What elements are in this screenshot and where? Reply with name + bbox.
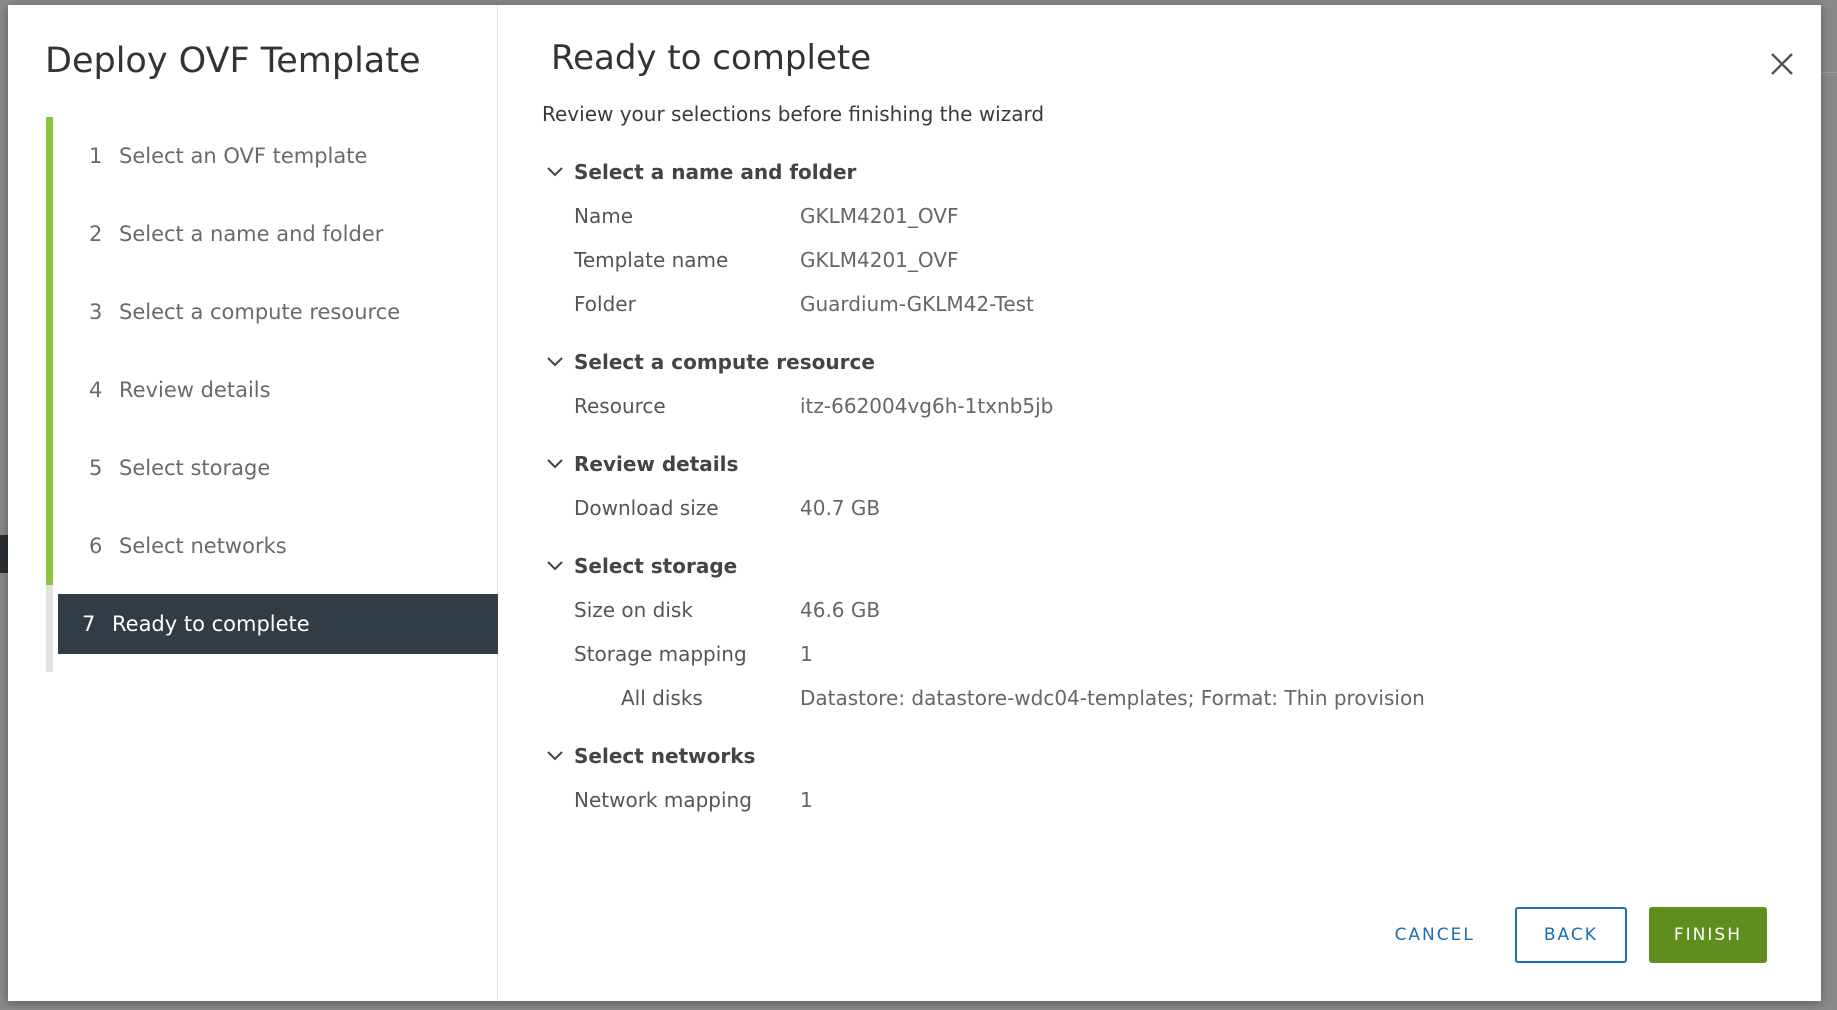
wizard-sidebar: Deploy OVF Template 1 Select an OVF temp… bbox=[8, 5, 498, 1001]
back-button[interactable]: BACK bbox=[1514, 907, 1627, 963]
wizard-steps: 1 Select an OVF template 2 Select a name… bbox=[46, 117, 498, 672]
section-title: Select a compute resource bbox=[574, 350, 875, 374]
chevron-down-icon bbox=[542, 352, 568, 372]
row-value: 1 bbox=[800, 788, 813, 812]
step-number: 2 bbox=[89, 222, 103, 246]
step-select-ovf-template[interactable]: 1 Select an OVF template bbox=[46, 117, 498, 195]
row-value: 46.6 GB bbox=[800, 598, 881, 622]
chevron-down-icon bbox=[542, 162, 568, 182]
summary-row: Network mapping 1 bbox=[542, 778, 1801, 822]
row-value: GKLM4201_OVF bbox=[800, 204, 959, 228]
step-number: 3 bbox=[89, 300, 103, 324]
step-label: Review details bbox=[119, 378, 271, 402]
summary-row: Resource itz-662004vg6h-1txnb5jb bbox=[542, 384, 1801, 428]
step-ready-to-complete[interactable]: 7 Ready to complete bbox=[46, 585, 498, 672]
row-value: Guardium-GKLM42-Test bbox=[800, 292, 1034, 316]
step-label: Select networks bbox=[119, 534, 287, 558]
section-compute-resource: Select a compute resource Resource itz-6… bbox=[542, 340, 1801, 428]
chevron-down-icon bbox=[542, 556, 568, 576]
summary-row: Template name GKLM4201_OVF bbox=[542, 238, 1801, 282]
chevron-down-icon bbox=[542, 454, 568, 474]
row-key: Folder bbox=[574, 292, 636, 316]
step-select-name-folder[interactable]: 2 Select a name and folder bbox=[46, 195, 498, 273]
summary-row: Name GKLM4201_OVF bbox=[542, 194, 1801, 238]
section-header[interactable]: Select a name and folder bbox=[542, 150, 1801, 194]
row-value: 1 bbox=[800, 642, 813, 666]
row-value: itz-662004vg6h-1txnb5jb bbox=[800, 394, 1054, 418]
background-divider bbox=[1821, 72, 1837, 73]
summary-row: Folder Guardium-GKLM42-Test bbox=[542, 282, 1801, 326]
step-label: Select an OVF template bbox=[119, 144, 368, 168]
step-label: Ready to complete bbox=[112, 612, 310, 636]
summary-row: Download size 40.7 GB bbox=[542, 486, 1801, 530]
section-networks: Select networks Network mapping 1 bbox=[542, 734, 1801, 822]
section-title: Select a name and folder bbox=[574, 160, 857, 184]
chevron-down-icon bbox=[542, 746, 568, 766]
row-key: Storage mapping bbox=[574, 642, 747, 666]
step-label: Select a name and folder bbox=[119, 222, 384, 246]
row-key: Name bbox=[574, 204, 634, 228]
finish-button[interactable]: FINISH bbox=[1648, 907, 1767, 963]
step-select-compute-resource[interactable]: 3 Select a compute resource bbox=[46, 273, 498, 351]
row-key: Template name bbox=[574, 248, 729, 272]
summary-row: Size on disk 46.6 GB bbox=[542, 588, 1801, 632]
row-value: 40.7 GB bbox=[800, 496, 881, 520]
wizard-content: Ready to complete Review your selections… bbox=[498, 5, 1821, 1001]
step-label: Select storage bbox=[119, 456, 271, 480]
step-number: 1 bbox=[89, 144, 103, 168]
section-header[interactable]: Select networks bbox=[542, 734, 1801, 778]
step-number: 5 bbox=[89, 456, 103, 480]
row-key: Resource bbox=[574, 394, 666, 418]
section-title: Select networks bbox=[574, 744, 756, 768]
row-key: Download size bbox=[574, 496, 719, 520]
page-title: Ready to complete bbox=[551, 38, 872, 78]
row-key: Size on disk bbox=[574, 598, 693, 622]
step-number: 6 bbox=[89, 534, 103, 558]
active-step-highlight: 7 Ready to complete bbox=[58, 594, 498, 654]
section-header[interactable]: Select a compute resource bbox=[542, 340, 1801, 384]
section-header[interactable]: Select storage bbox=[542, 544, 1801, 588]
section-title: Review details bbox=[574, 452, 739, 476]
row-key: Network mapping bbox=[574, 788, 752, 812]
section-title: Select storage bbox=[574, 554, 738, 578]
step-number: 4 bbox=[89, 378, 103, 402]
step-review-details[interactable]: 4 Review details bbox=[46, 351, 498, 429]
step-label: Select a compute resource bbox=[119, 300, 401, 324]
section-review-details: Review details Download size 40.7 GB bbox=[542, 442, 1801, 530]
cancel-button[interactable]: CANCEL bbox=[1377, 907, 1493, 963]
row-value: Datastore: datastore-wdc04-templates; Fo… bbox=[800, 686, 1425, 710]
wizard-title: Deploy OVF Template bbox=[45, 41, 421, 81]
step-track-end bbox=[46, 663, 53, 672]
step-select-networks[interactable]: 6 Select networks bbox=[46, 507, 498, 585]
step-number: 7 bbox=[82, 612, 96, 636]
deploy-ovf-dialog: Deploy OVF Template 1 Select an OVF temp… bbox=[8, 5, 1821, 1001]
step-select-storage[interactable]: 5 Select storage bbox=[46, 429, 498, 507]
summary-row: Storage mapping 1 bbox=[542, 632, 1801, 676]
page-subtitle: Review your selections before finishing … bbox=[542, 102, 1045, 126]
summary-row: All disks Datastore: datastore-wdc04-tem… bbox=[542, 676, 1801, 720]
background-panel bbox=[0, 535, 8, 573]
close-icon bbox=[1771, 53, 1793, 75]
wizard-footer: CANCEL BACK FINISH bbox=[1377, 907, 1767, 963]
row-key: All disks bbox=[621, 686, 703, 710]
review-summary: Select a name and folder Name GKLM4201_O… bbox=[542, 150, 1801, 875]
close-button[interactable] bbox=[1767, 49, 1797, 79]
row-value: GKLM4201_OVF bbox=[800, 248, 959, 272]
section-storage: Select storage Size on disk 46.6 GB Stor… bbox=[542, 544, 1801, 720]
section-name-folder: Select a name and folder Name GKLM4201_O… bbox=[542, 150, 1801, 326]
section-header[interactable]: Review details bbox=[542, 442, 1801, 486]
